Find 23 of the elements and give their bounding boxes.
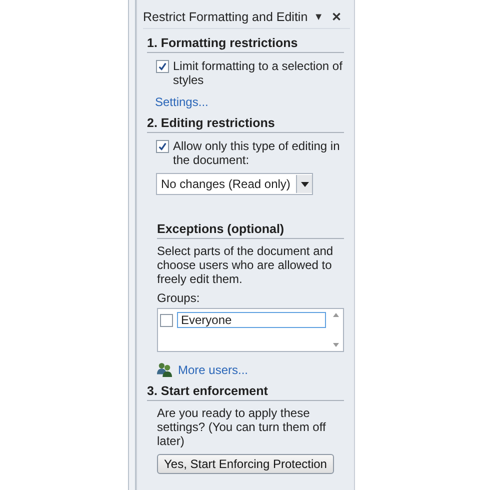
settings-link[interactable]: Settings...: [155, 95, 354, 109]
group-name[interactable]: Everyone: [177, 312, 326, 328]
section-heading: Exceptions (optional): [157, 222, 344, 239]
close-button[interactable]: ✕: [332, 10, 342, 24]
exceptions-description: Select parts of the document and choose users who are allowed to freely edit them.: [157, 244, 334, 286]
enforcement-description: Are you ready to apply these settings? (You can turn them off later): [157, 406, 327, 448]
section-heading: 3. Start enforcement: [147, 384, 344, 401]
scroll-down-icon[interactable]: [332, 343, 338, 347]
section-heading: 2. Editing restrictions: [147, 116, 344, 133]
menu-button[interactable]: ▼: [314, 12, 324, 22]
pane-title: Restrict Formatting and Editin: [143, 10, 308, 24]
checkbox-label: Allow only this type of editing in the document:: [173, 139, 341, 167]
editing-type-dropdown[interactable]: No changes (Read only): [156, 173, 314, 195]
checkbox[interactable]: [156, 140, 169, 153]
checkbox[interactable]: [160, 314, 173, 326]
checkbox-label: Limit formatting to a selection of styles: [173, 59, 344, 87]
groups-label: Groups:: [157, 291, 201, 305]
users-icon: [157, 362, 172, 377]
start-enforcing-button[interactable]: Yes, Start Enforcing Protection: [157, 454, 334, 474]
more-users-link[interactable]: More users...: [178, 362, 248, 376]
scroll-up-icon[interactable]: [332, 313, 338, 317]
checkbox[interactable]: [156, 60, 169, 73]
section-heading: 1. Formatting restrictions: [147, 36, 344, 53]
